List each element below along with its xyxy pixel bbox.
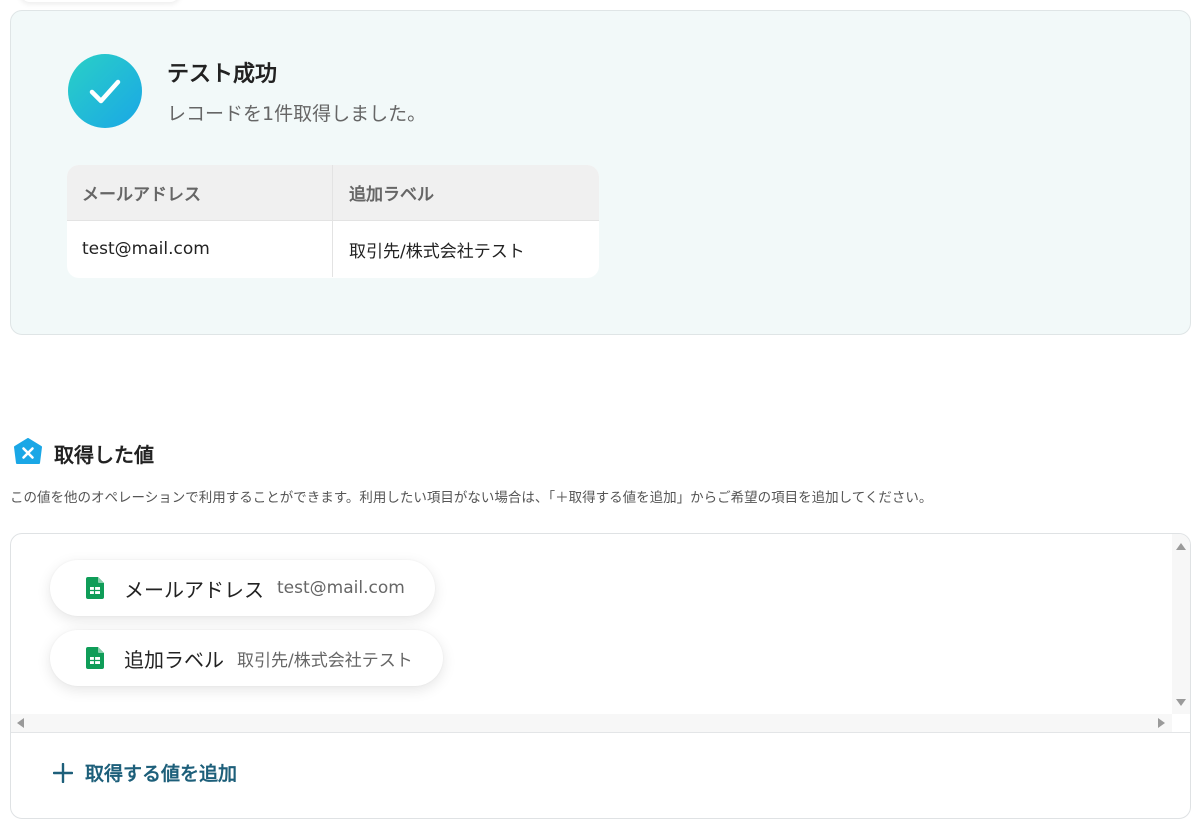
- obtained-values-box: メールアドレス test@mail.com 追加ラベル 取引先/株式会社テスト …: [10, 533, 1191, 819]
- value-chip-label: 追加ラベル: [124, 647, 224, 672]
- test-result-card: テスト成功 レコードを1件取得しました。 メールアドレス 追加ラベル test@…: [10, 10, 1191, 335]
- x-badge-icon: [14, 438, 42, 464]
- previous-section-edge: [20, 0, 180, 2]
- table-cell-email: test@mail.com: [67, 221, 333, 277]
- table-header-label: 追加ラベル: [349, 185, 434, 205]
- success-check-icon: [68, 54, 142, 128]
- value-chip-email[interactable]: メールアドレス test@mail.com: [50, 560, 435, 616]
- values-section-header: 取得した値: [13, 438, 154, 468]
- table-row: test@mail.com 取引先/株式会社テスト: [67, 221, 599, 277]
- value-chip-label: メールアドレス: [124, 577, 264, 602]
- table-header-row: メールアドレス 追加ラベル: [67, 165, 599, 221]
- scroll-up-arrow-icon[interactable]: [1176, 543, 1186, 550]
- scroll-right-arrow-icon[interactable]: [1158, 718, 1165, 728]
- google-sheets-icon: [86, 577, 104, 599]
- table-cell-label: 取引先/株式会社テスト: [349, 241, 525, 262]
- table-header-email: メールアドレス: [67, 165, 333, 220]
- values-section-title: 取得した値: [54, 442, 154, 467]
- scroll-down-arrow-icon[interactable]: [1176, 699, 1186, 706]
- plus-icon: [53, 762, 73, 783]
- add-value-button-label: 取得する値を追加: [85, 763, 238, 785]
- scroll-left-arrow-icon[interactable]: [17, 718, 24, 728]
- result-table: メールアドレス 追加ラベル test@mail.com 取引先/株式会社テスト: [67, 165, 599, 278]
- value-chip-label-field[interactable]: 追加ラベル 取引先/株式会社テスト: [50, 630, 443, 686]
- value-chip-value: test@mail.com: [277, 578, 405, 598]
- value-chip-value: 取引先/株式会社テスト: [237, 650, 413, 671]
- values-scroll-area[interactable]: メールアドレス test@mail.com 追加ラベル 取引先/株式会社テスト: [11, 534, 1190, 732]
- vertical-scrollbar[interactable]: [1172, 534, 1190, 714]
- horizontal-scrollbar[interactable]: [11, 714, 1172, 732]
- values-divider: [11, 732, 1190, 733]
- google-sheets-icon: [86, 647, 104, 669]
- result-subtitle: レコードを1件取得しました。: [167, 103, 427, 125]
- result-title: テスト成功: [167, 62, 278, 87]
- add-value-button[interactable]: 取得する値を追加: [53, 759, 237, 786]
- values-section-description: この値を他のオペレーションで利用することができます。利用したい項目がない場合は、…: [10, 490, 933, 506]
